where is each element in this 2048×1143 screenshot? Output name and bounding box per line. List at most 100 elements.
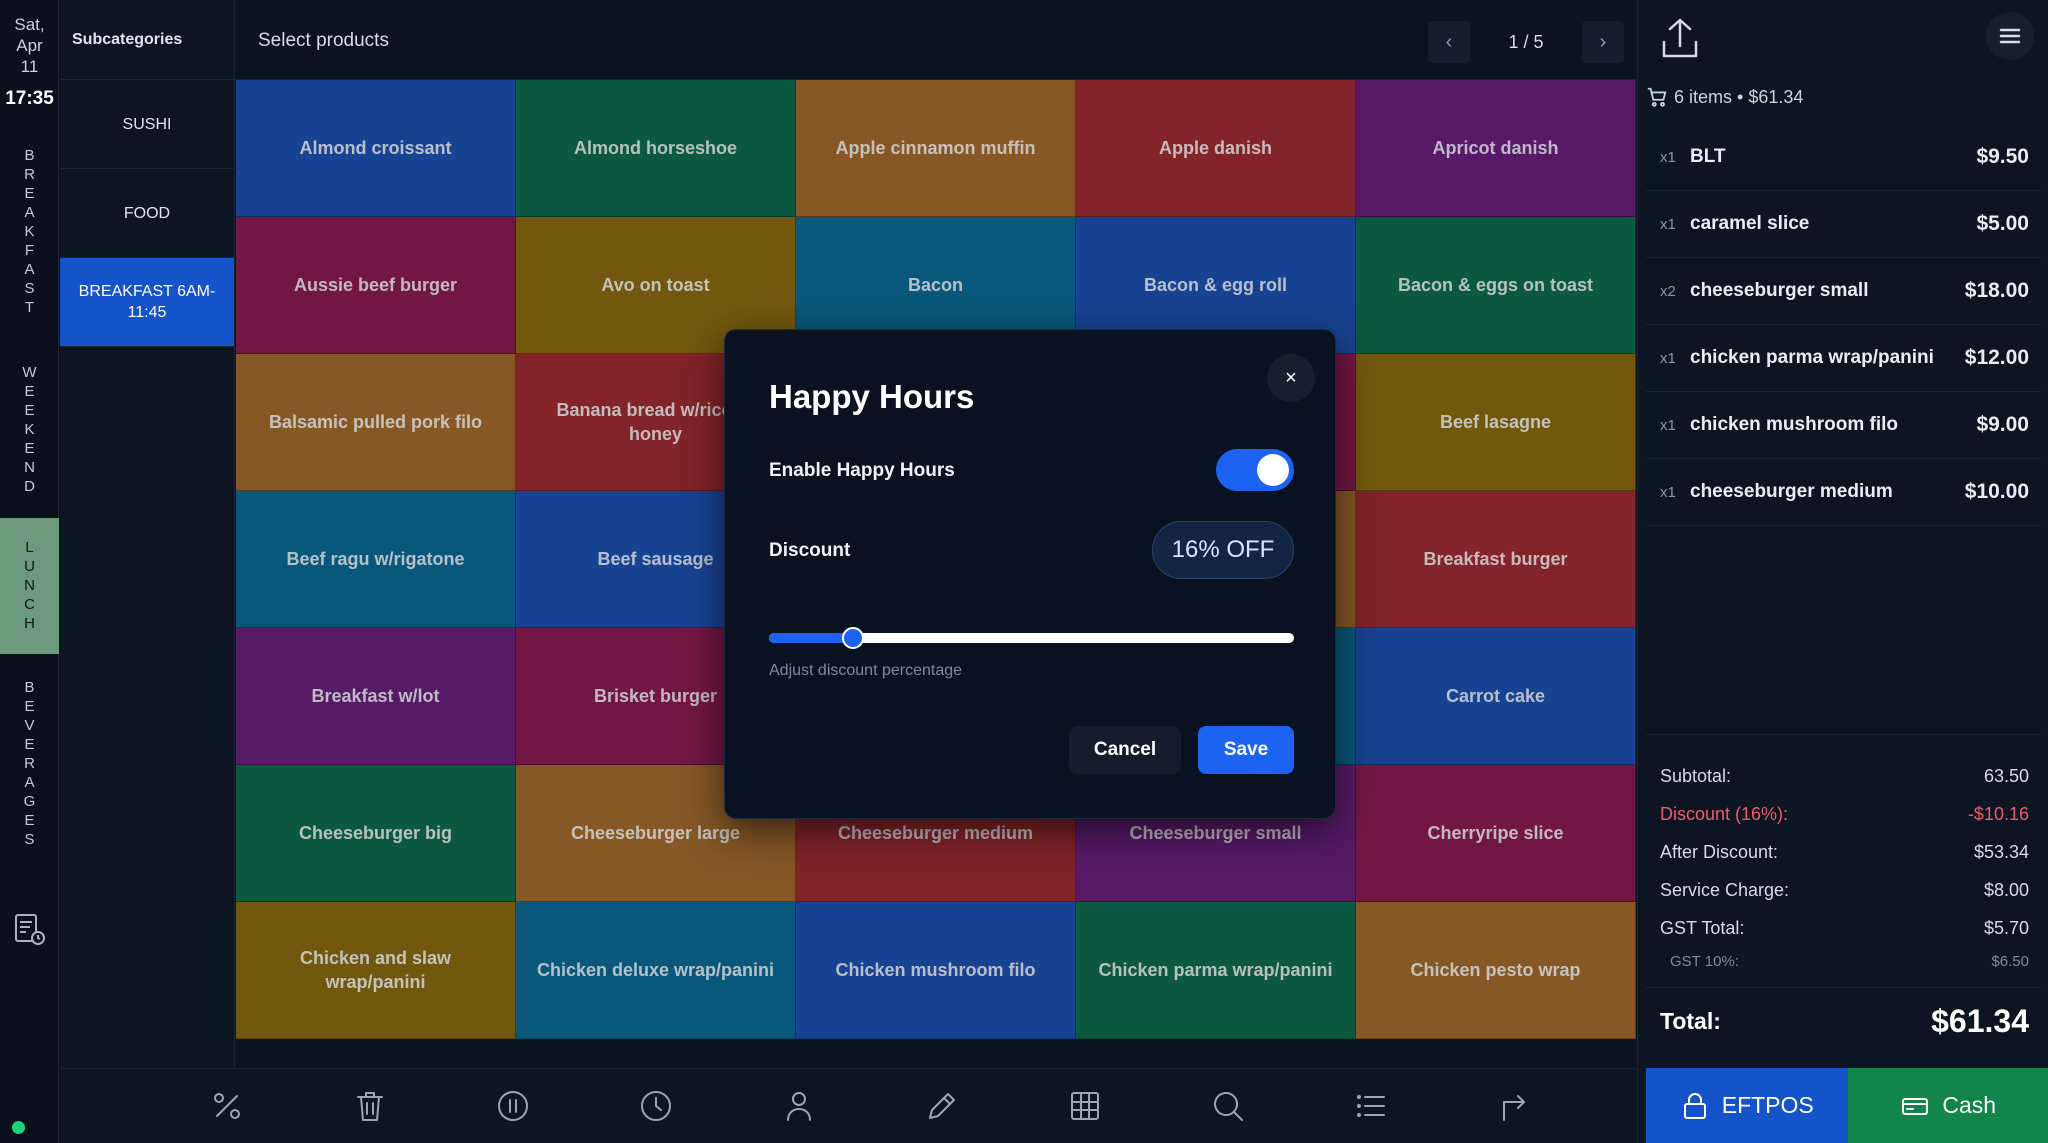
list-tool-button[interactable] [1299,1069,1442,1143]
happy-hours-dialog: Happy Hours × Enable Happy Hours Discoun… [724,329,1336,819]
grand-total-row: Total: $61.34 [1646,987,2041,1055]
after-discount-label: After Discount: [1660,841,1779,862]
cart-icon [1647,87,1667,107]
total-value: $61.34 [1931,1003,2029,1039]
totals-section: Subtotal: 63.50 Discount (16%): -$10.16 Af… [1646,734,2041,1055]
cart-item[interactable]: x1 cheeseburger medium $10.00 [1646,459,2041,526]
month-text: Apr [16,36,43,55]
table-icon [1070,1092,1099,1120]
menu-breakfast[interactable]: BREAKFAST [0,135,59,330]
delete-tool-button[interactable] [298,1069,441,1143]
clock-icon [640,1091,671,1121]
item-price: $5.00 [1976,212,2029,235]
subcategory-sushi[interactable]: SUSHI [60,80,234,169]
products-header: Select products ‹ 1 / 5 › [236,0,1636,80]
cart-item[interactable]: x1 caramel slice $5.00 [1646,191,2041,258]
search-tool-button[interactable] [1156,1069,1299,1143]
pager: ‹ 1 / 5 › [1428,21,1624,63]
toggle-knob [1257,454,1289,486]
item-qty: x1 [1660,416,1676,434]
search-icon [1213,1092,1243,1121]
item-name: chicken parma wrap/panini [1690,347,1934,368]
item-name: caramel slice [1690,213,1810,234]
date-text: 11 [20,57,39,76]
discount-value-badge: 16% OFF [1152,521,1294,579]
item-price: $18.00 [1964,279,2029,302]
item-name: chicken mushroom filo [1690,414,1898,435]
item-qty: x1 [1660,215,1676,233]
prev-page-button[interactable]: ‹ [1428,21,1470,63]
menu-label: BEVERAGES [21,678,38,850]
item-price: $12.00 [1964,346,2029,369]
cancel-button[interactable]: Cancel [1069,726,1181,774]
pos-app: Sat, Apr 11 17:35 BREAKFAST WEEKEND LUNC… [0,0,2048,1143]
percent-icon [213,1093,240,1119]
discount-label: Discount [769,540,851,561]
close-icon: × [1285,366,1297,389]
subcategory-food[interactable]: FOOD [60,169,234,258]
cart-panel: 6 items • $61.34 x1 BLT $9.50 x1 caramel sl… [1637,0,2048,1143]
share-button[interactable] [1660,16,1700,60]
subcategory-breakfast[interactable]: BREAKFAST 6AM-11:45 [60,258,234,347]
redirect-tool-button[interactable] [1442,1069,1585,1143]
next-page-button[interactable]: › [1582,21,1624,63]
time-display: 17:35 [5,88,54,109]
service-charge-row: Service Charge: $8.00 [1646,871,2041,909]
menu-label: LUNCH [21,538,38,634]
item-name: cheeseburger medium [1690,481,1893,502]
cart-item[interactable]: x1 BLT $9.50 [1646,124,2041,191]
enable-label: Enable Happy Hours [769,460,955,481]
item-price: $9.50 [1976,145,2029,168]
menu-button[interactable] [1986,12,2034,60]
subtotal-row: Subtotal: 63.50 [1646,757,2041,795]
menu-weekend[interactable]: WEEKEND [0,352,59,508]
subtotal-label: Subtotal: [1660,765,1732,786]
trash-icon [356,1092,383,1121]
menu-lunch[interactable]: LUNCH [0,518,59,654]
subcategories-title: Subcategories [60,0,234,80]
item-price: $10.00 [1964,480,2029,503]
eftpos-button[interactable]: EFTPOS [1646,1068,1848,1143]
tables-tool-button[interactable] [1013,1069,1156,1143]
user-icon [786,1092,811,1121]
slider-thumb[interactable] [842,627,864,649]
menu-label: BREAKFAST [21,147,38,318]
gst-total-value: $5.70 [1983,917,2029,938]
cart-item[interactable]: x1 chicken parma wrap/panini $12.00 [1646,325,2041,392]
receipt-settings-icon[interactable] [14,913,46,947]
card-icon [1902,1097,1929,1115]
gst-10-row: GST 10%: $6.50 [1646,947,2041,975]
pause-icon [497,1091,528,1121]
total-label: Total: [1660,1008,1721,1034]
list-icon [1356,1095,1385,1117]
discount-tool-button[interactable] [155,1069,298,1143]
hold-tool-button[interactable] [441,1069,584,1143]
hamburger-icon [1999,28,2021,44]
customer-tool-button[interactable] [727,1069,870,1143]
after-discount-value: $53.34 [1973,841,2029,862]
page-indicator: 1 / 5 [1508,31,1544,52]
edit-tool-button[interactable] [870,1069,1013,1143]
item-qty: x1 [1660,148,1676,166]
upload-icon [1662,18,1698,58]
menu-column: Sat, Apr 11 17:35 BREAKFAST WEEKEND LUNC… [0,0,59,1143]
cash-button[interactable]: Cash [1847,1068,2048,1143]
menu-label: WEEKEND [21,363,38,497]
menu-beverages[interactable]: BEVERAGES [0,668,59,860]
subcategories-panel: Subcategories SUSHI FOOD BREAKFAST 6AM-1… [60,0,235,1143]
cart-item[interactable]: x1 chicken mushroom filo $9.00 [1646,392,2041,459]
save-button[interactable]: Save [1198,726,1294,774]
cart-item[interactable]: x2 cheeseburger small $18.00 [1646,258,2041,325]
gst-10-value: $6.50 [1991,952,2029,970]
enable-happy-hours-toggle[interactable] [1216,449,1294,491]
item-qty: x1 [1660,483,1676,501]
lock-icon [1683,1092,1706,1119]
item-name: cheeseburger small [1690,280,1869,301]
subtotal-value: 63.50 [1983,765,2029,786]
item-price: $9.00 [1976,413,2029,436]
close-button[interactable]: × [1267,354,1315,402]
service-charge-label: Service Charge: [1660,879,1790,900]
history-tool-button[interactable] [584,1069,727,1143]
service-charge-value: $8.00 [1983,879,2029,900]
discount-slider[interactable] [769,627,1294,649]
